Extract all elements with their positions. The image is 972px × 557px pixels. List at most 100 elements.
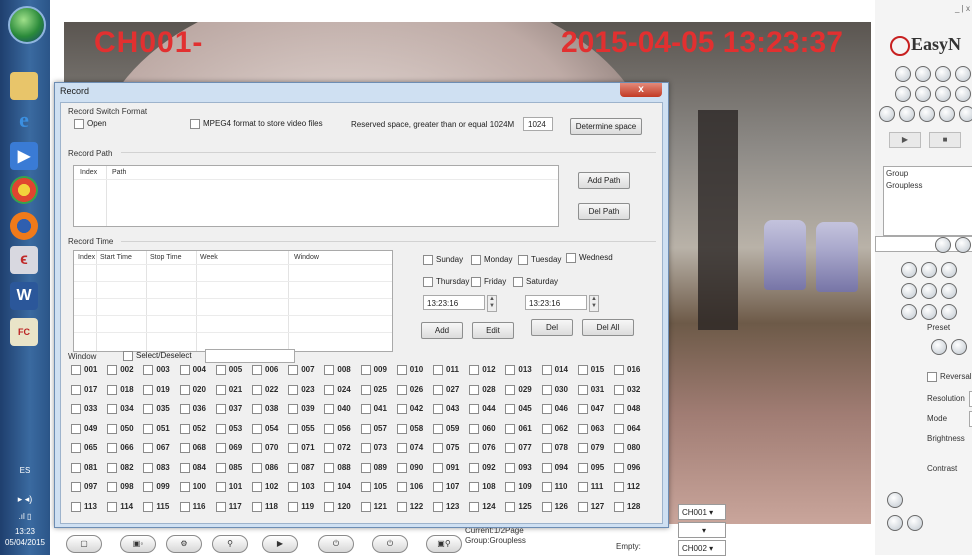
channel-checkbox-box[interactable] bbox=[360, 404, 371, 414]
channel-checkbox-box[interactable] bbox=[179, 482, 190, 492]
channel-checkbox[interactable]: 056 bbox=[324, 423, 360, 437]
channel-checkbox-box[interactable] bbox=[252, 365, 262, 375]
channel-checkbox-box[interactable] bbox=[469, 482, 480, 492]
channel-checkbox[interactable]: 017 bbox=[71, 384, 107, 398]
channel-checkbox-box[interactable] bbox=[541, 443, 552, 453]
layout-c-icon[interactable] bbox=[935, 86, 951, 102]
channel-checkbox[interactable]: 025 bbox=[360, 384, 397, 398]
path-table[interactable]: Index Path bbox=[73, 165, 559, 227]
channel-checkbox-box[interactable] bbox=[577, 384, 588, 395]
ptz-center-icon[interactable] bbox=[921, 283, 937, 299]
channel-checkbox[interactable]: 030 bbox=[541, 384, 578, 398]
power-button[interactable]: ⏻ bbox=[318, 535, 354, 553]
wednesday-box[interactable] bbox=[566, 253, 576, 263]
channel-checkbox[interactable]: 037 bbox=[215, 404, 252, 417]
channel-checkbox-box[interactable] bbox=[614, 501, 624, 512]
channel-checkbox-box[interactable] bbox=[324, 365, 335, 375]
channel-checkbox-box[interactable] bbox=[541, 482, 552, 492]
clock-time[interactable]: 13:23 bbox=[0, 527, 50, 536]
channel-checkbox[interactable]: 022 bbox=[252, 384, 288, 398]
del-all-button[interactable]: Del All bbox=[582, 319, 634, 336]
channel-checkbox[interactable]: 119 bbox=[288, 501, 324, 515]
channel-checkbox-box[interactable] bbox=[143, 423, 154, 434]
channel-checkbox[interactable]: 107 bbox=[433, 482, 469, 495]
channel-checkbox-box[interactable] bbox=[215, 482, 226, 492]
channel-checkbox[interactable]: 123 bbox=[433, 501, 469, 515]
channel-checkbox[interactable]: 080 bbox=[614, 443, 650, 456]
saturday-box[interactable] bbox=[513, 277, 523, 287]
channel-checkbox[interactable]: 083 bbox=[143, 462, 179, 476]
sunday-checkbox[interactable]: Sunday bbox=[423, 255, 463, 265]
channel-checkbox[interactable]: 114 bbox=[107, 501, 143, 515]
channel-checkbox[interactable]: 047 bbox=[577, 404, 614, 417]
channel-checkbox[interactable]: 095 bbox=[577, 462, 614, 476]
channel-checkbox[interactable]: 102 bbox=[252, 482, 288, 495]
channel-checkbox[interactable]: 004 bbox=[179, 365, 216, 378]
channel-checkbox[interactable]: 006 bbox=[252, 365, 288, 378]
monday-box[interactable] bbox=[471, 255, 481, 265]
channel-checkbox-box[interactable] bbox=[179, 384, 190, 395]
channel-checkbox-box[interactable] bbox=[433, 462, 443, 473]
channel-checkbox[interactable]: 033 bbox=[71, 404, 107, 417]
channel-checkbox[interactable]: 072 bbox=[324, 443, 360, 456]
channel-checkbox[interactable]: 046 bbox=[541, 404, 578, 417]
stop-icon[interactable]: ■ bbox=[929, 132, 961, 148]
channel-checkbox-box[interactable] bbox=[107, 365, 118, 375]
preset-set-icon[interactable] bbox=[931, 339, 947, 355]
channel-checkbox-box[interactable] bbox=[396, 384, 407, 395]
channel-checkbox-box[interactable] bbox=[215, 423, 226, 434]
channel-checkbox-box[interactable] bbox=[288, 365, 299, 375]
start-button[interactable] bbox=[8, 6, 46, 44]
channel-checkbox-box[interactable] bbox=[215, 365, 226, 375]
channel-checkbox-box[interactable] bbox=[505, 384, 516, 395]
saturday-checkbox[interactable]: Saturday bbox=[513, 277, 558, 287]
channel-checkbox-box[interactable] bbox=[577, 501, 588, 512]
channel-checkbox[interactable]: 076 bbox=[469, 443, 505, 456]
channel-checkbox[interactable]: 015 bbox=[577, 365, 614, 378]
edit-time-button[interactable]: Edit bbox=[472, 322, 514, 339]
channel-checkbox-box[interactable] bbox=[324, 501, 335, 512]
power2-button[interactable]: ⏻ bbox=[372, 535, 408, 553]
channel-checkbox[interactable]: 052 bbox=[179, 423, 216, 437]
reversal-checkbox-box[interactable] bbox=[927, 372, 937, 382]
channel-checkbox[interactable]: 075 bbox=[433, 443, 469, 456]
window-filter-input[interactable] bbox=[205, 349, 295, 363]
word-icon[interactable]: W bbox=[10, 282, 38, 310]
del-path-button[interactable]: Del Path bbox=[578, 203, 630, 220]
open-checkbox-box[interactable] bbox=[74, 119, 84, 129]
channel-checkbox[interactable]: 050 bbox=[107, 423, 143, 437]
channel-checkbox-box[interactable] bbox=[614, 384, 624, 395]
channel-checkbox-box[interactable] bbox=[71, 462, 81, 473]
channel-checkbox-box[interactable] bbox=[252, 443, 262, 453]
channel-checkbox-box[interactable] bbox=[143, 384, 154, 395]
channel-checkbox[interactable]: 036 bbox=[179, 404, 216, 417]
ptz-downright-icon[interactable] bbox=[941, 304, 957, 320]
channel-checkbox[interactable]: 099 bbox=[143, 482, 179, 495]
channel-checkbox[interactable]: 097 bbox=[71, 482, 107, 495]
channel-checkbox[interactable]: 120 bbox=[324, 501, 360, 515]
channel-checkbox[interactable]: 074 bbox=[396, 443, 433, 456]
channel-checkbox-box[interactable] bbox=[505, 482, 516, 492]
channel-checkbox[interactable]: 091 bbox=[433, 462, 469, 476]
channel-checkbox-box[interactable] bbox=[288, 462, 299, 473]
settings-button[interactable]: ⚙ bbox=[166, 535, 202, 553]
channel-checkbox-box[interactable] bbox=[433, 501, 443, 512]
channel-checkbox[interactable]: 019 bbox=[143, 384, 179, 398]
channel-checkbox-box[interactable] bbox=[71, 482, 81, 492]
channel-checkbox-box[interactable] bbox=[396, 443, 407, 453]
channel-checkbox[interactable]: 005 bbox=[215, 365, 252, 378]
channel-checkbox[interactable]: 087 bbox=[288, 462, 324, 476]
layout-b-icon[interactable] bbox=[915, 86, 931, 102]
del-time-button[interactable]: Del bbox=[531, 319, 573, 336]
filezilla-icon[interactable]: ϵ bbox=[10, 246, 38, 274]
layout4-icon[interactable] bbox=[915, 66, 931, 82]
channel-checkbox-box[interactable] bbox=[396, 404, 407, 414]
channel-checkbox[interactable]: 002 bbox=[107, 365, 143, 378]
zoom-in-icon[interactable] bbox=[935, 237, 951, 253]
channel-checkbox-box[interactable] bbox=[396, 501, 407, 512]
channel-checkbox[interactable]: 092 bbox=[469, 462, 505, 476]
channel-checkbox[interactable]: 024 bbox=[324, 384, 360, 398]
channel-checkbox[interactable]: 031 bbox=[577, 384, 614, 398]
channel-checkbox[interactable]: 044 bbox=[469, 404, 505, 417]
channel-checkbox[interactable]: 035 bbox=[143, 404, 179, 417]
